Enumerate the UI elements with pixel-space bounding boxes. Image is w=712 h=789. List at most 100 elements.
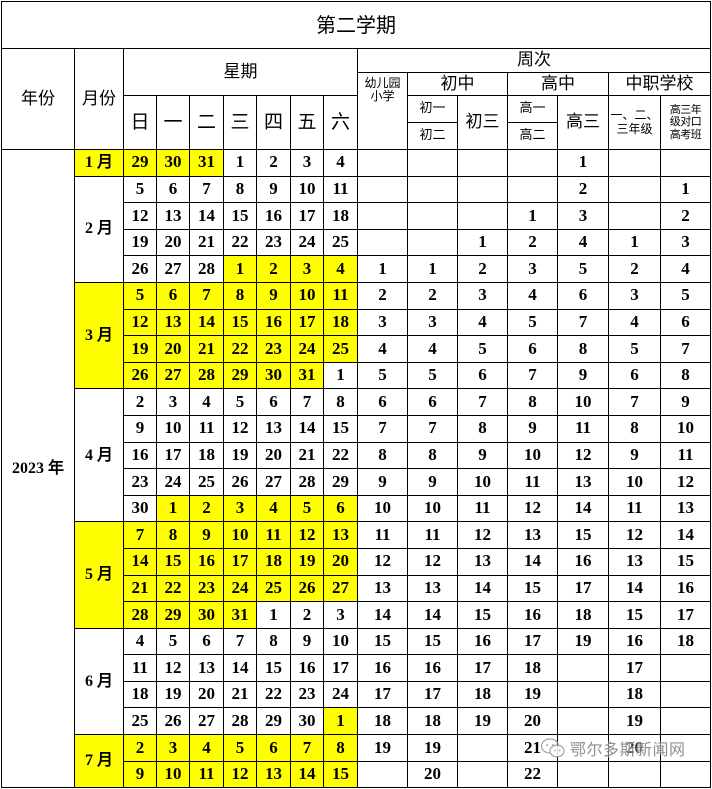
day-cell-thu: 6 (256, 388, 291, 416)
year-header: 年份 (1, 48, 75, 150)
week-number-vocational-grade123: 7 (608, 388, 661, 416)
day-cell-wed: 12 (223, 414, 257, 443)
week-number-vocational-grade123 (608, 175, 661, 204)
week-number-vocational-grade123: 18 (608, 680, 661, 709)
week-number-junior-grade12: 3 (407, 308, 458, 337)
day-cell-sat: 15 (323, 760, 358, 789)
week-number-senior-grade12: 22 (507, 760, 558, 789)
day-cell-fri: 12 (290, 521, 324, 549)
week-number-senior-grade3: 19 (557, 627, 609, 656)
day-cell-sat: 18 (323, 308, 358, 337)
day-cell-sun: 12 (123, 202, 157, 230)
day-cell-fri: 19 (290, 547, 324, 576)
day-cell-wed: 26 (223, 468, 257, 496)
day-cell-thu: 8 (256, 627, 291, 656)
day-cell-sat: 8 (323, 388, 358, 416)
week-number-junior-grade3: 10 (457, 468, 508, 496)
day-cell-mon: 17 (156, 441, 190, 470)
week-number-vocational-exam-class: 13 (660, 494, 711, 523)
week-number-vocational-grade123: 6 (608, 361, 661, 390)
day-cell-tue: 13 (189, 654, 224, 682)
day-cell-sat: 4 (323, 149, 358, 177)
week-number-senior-grade12: 9 (507, 414, 558, 443)
week-number-senior-grade3: 6 (557, 281, 609, 310)
week-number-senior-grade12: 17 (507, 627, 558, 656)
day-cell-thu: 16 (256, 202, 291, 230)
week-number-kindergarten-primary (357, 760, 408, 789)
week-number-senior-grade3: 17 (557, 574, 609, 603)
week-number-vocational-grade123: 16 (608, 627, 661, 656)
primary-label: 小学 (370, 89, 395, 104)
week-number-vocational-grade123: 3 (608, 281, 661, 310)
week-number-senior-grade12: 21 (507, 734, 558, 762)
week-number-junior-grade3: 8 (457, 414, 508, 443)
day-cell-sat: 11 (323, 281, 358, 310)
week-number-kindergarten-primary: 10 (357, 494, 408, 523)
week-number-junior-grade12: 19 (407, 734, 458, 762)
day-cell-mon: 19 (156, 680, 190, 709)
day-cell-fri: 21 (290, 441, 324, 470)
week-number-vocational-exam-class (660, 654, 711, 682)
week-number-senior-grade12: 1 (507, 202, 558, 230)
day-cell-tue: 27 (189, 707, 224, 736)
day-cell-sat: 18 (323, 202, 358, 230)
day-cell-sat: 4 (323, 255, 358, 283)
day-cell-mon: 27 (156, 255, 190, 283)
day-cell-tue: 11 (189, 414, 224, 443)
day-cell-thu: 13 (256, 760, 291, 789)
week-number-junior-grade12: 10 (407, 494, 458, 523)
week-number-senior-grade12: 6 (507, 335, 558, 363)
day-cell-wed: 22 (223, 335, 257, 363)
day-cell-fri: 7 (290, 388, 324, 416)
day-cell-sun: 21 (123, 574, 157, 603)
week-number-junior-grade3: 7 (457, 388, 508, 416)
junior-grade2-header: 初二 (407, 122, 458, 150)
week-number-kindergarten-primary (357, 175, 408, 204)
week-number-senior-grade3: 13 (557, 468, 609, 496)
day-cell-sun: 29 (123, 149, 157, 177)
day-cell-tue: 16 (189, 547, 224, 576)
semester-title: 第二学期 (1, 1, 711, 49)
week-row: 2023 年1 月 29 30 31 1 2 3 4 1 (1, 148, 711, 789)
week-number-junior-grade12: 4 (407, 335, 458, 363)
week-number-vocational-grade123 (608, 149, 661, 177)
month-cell: 4 月 (74, 388, 124, 523)
week-number-senior-grade12: 12 (507, 494, 558, 523)
week-number-kindergarten-primary: 14 (357, 601, 408, 629)
day-cell-sun: 4 (123, 627, 157, 656)
day-cell-fri: 2 (290, 601, 324, 629)
day-cell-thu: 18 (256, 547, 291, 576)
day-cell-mon: 3 (156, 388, 190, 416)
week-number-senior-grade12 (507, 175, 558, 204)
week-number-junior-grade3 (457, 202, 508, 230)
day-cell-wed: 5 (223, 388, 257, 416)
week-number-vocational-exam-class: 15 (660, 547, 711, 576)
vocational-grade3-label: 三年级 (616, 121, 653, 136)
weekday-tue: 二 (189, 95, 224, 150)
week-number-junior-grade3: 3 (457, 281, 508, 310)
day-cell-thu: 6 (256, 734, 291, 762)
day-cell-thu: 29 (256, 707, 291, 736)
week-number-kindergarten-primary: 16 (357, 654, 408, 682)
week-number-junior-grade12: 16 (407, 654, 458, 682)
day-cell-mon: 27 (156, 361, 190, 390)
day-cell-tue: 18 (189, 441, 224, 470)
week-number-vocational-grade123: 13 (608, 547, 661, 576)
day-cell-sat: 6 (323, 494, 358, 523)
week-row: 2 月 5 6 7 8 9 10 11 2 1 (2, 175, 711, 283)
day-cell-tue: 20 (189, 680, 224, 709)
day-cell-sun: 28 (123, 601, 157, 629)
day-cell-thu: 22 (256, 680, 291, 709)
week-number-junior-grade3: 11 (457, 494, 508, 523)
week-number-vocational-exam-class: 9 (660, 388, 711, 416)
week-number-vocational-exam-class: 3 (660, 228, 711, 257)
day-cell-sat: 10 (323, 627, 358, 656)
weekday-sat: 六 (323, 95, 358, 150)
week-number-junior-grade12: 7 (407, 414, 458, 443)
week-number-senior-grade12: 19 (507, 680, 558, 709)
week-number-senior-grade3: 7 (557, 308, 609, 337)
day-cell-thu: 23 (256, 335, 291, 363)
week-number-vocational-grade123: 10 (608, 468, 661, 496)
week-number-junior-grade3: 1 (457, 228, 508, 257)
week-number-senior-grade3: 3 (557, 202, 609, 230)
